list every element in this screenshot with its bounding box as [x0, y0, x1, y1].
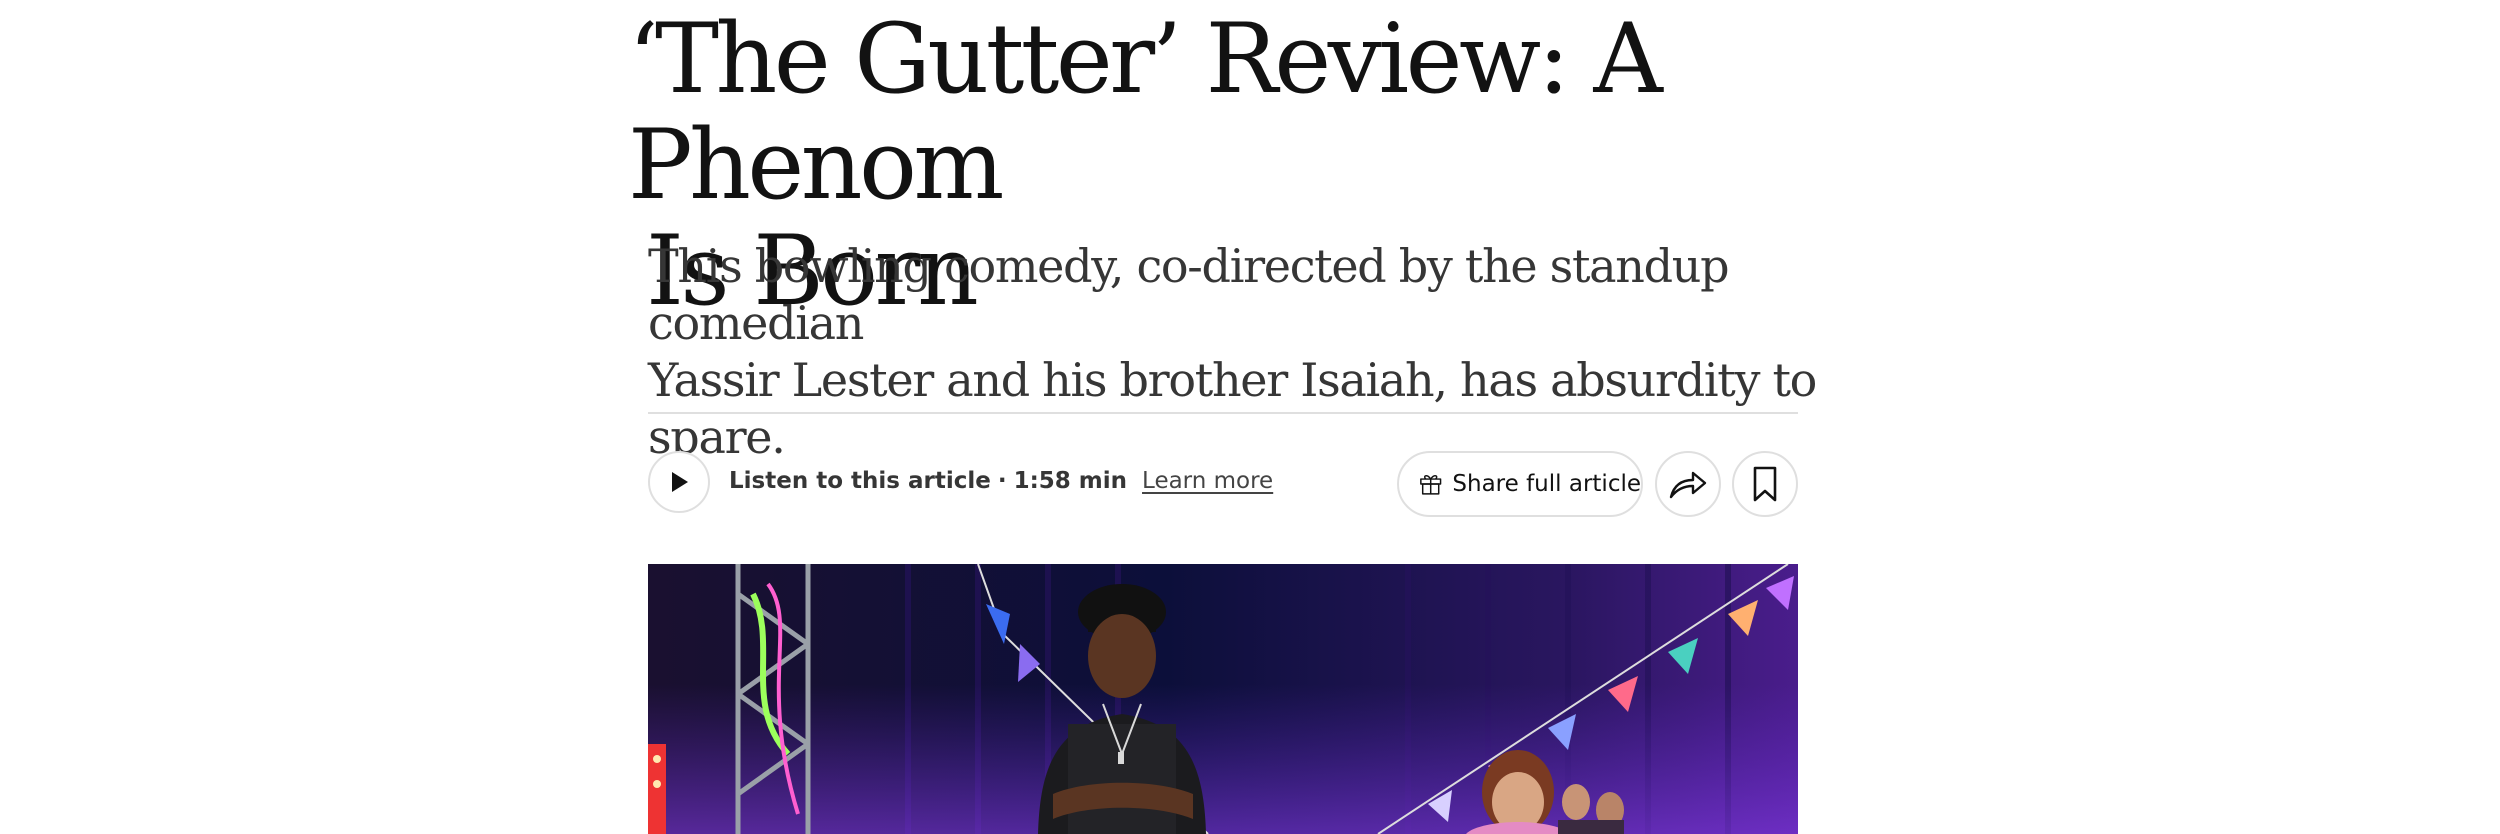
listen-separator: ·	[997, 468, 1007, 494]
save-bookmark-button[interactable]	[1732, 451, 1798, 517]
audio-info: Listen to this article · 1:58 min Learn …	[729, 463, 1273, 499]
play-icon	[672, 472, 688, 492]
summary-line-2: Yassir Lester and his brother Isaiah, ha…	[648, 353, 1817, 464]
bookmark-icon	[1753, 466, 1777, 502]
listen-label: Listen to this article	[729, 468, 991, 494]
hero-image	[648, 564, 1798, 834]
play-audio-button[interactable]	[648, 451, 710, 513]
share-full-article-label: Share full article	[1452, 471, 1641, 497]
gift-icon	[1420, 475, 1442, 495]
summary-line-1: This bowling comedy, co-directed by the …	[648, 239, 1730, 350]
share-full-article-button[interactable]: Share full article	[1397, 451, 1643, 517]
share-arrow-icon	[1669, 471, 1707, 499]
article-summary: This bowling comedy, co-directed by the …	[648, 238, 1828, 466]
header-divider	[648, 412, 1798, 414]
hero-image-illustration	[648, 564, 1798, 834]
audio-duration: 1:58 min	[1013, 468, 1128, 494]
headline-line-1: ‘The Gutter’ Review: A Phenom	[628, 3, 1663, 221]
share-button[interactable]	[1655, 451, 1721, 517]
learn-more-link[interactable]: Learn more	[1142, 468, 1273, 494]
